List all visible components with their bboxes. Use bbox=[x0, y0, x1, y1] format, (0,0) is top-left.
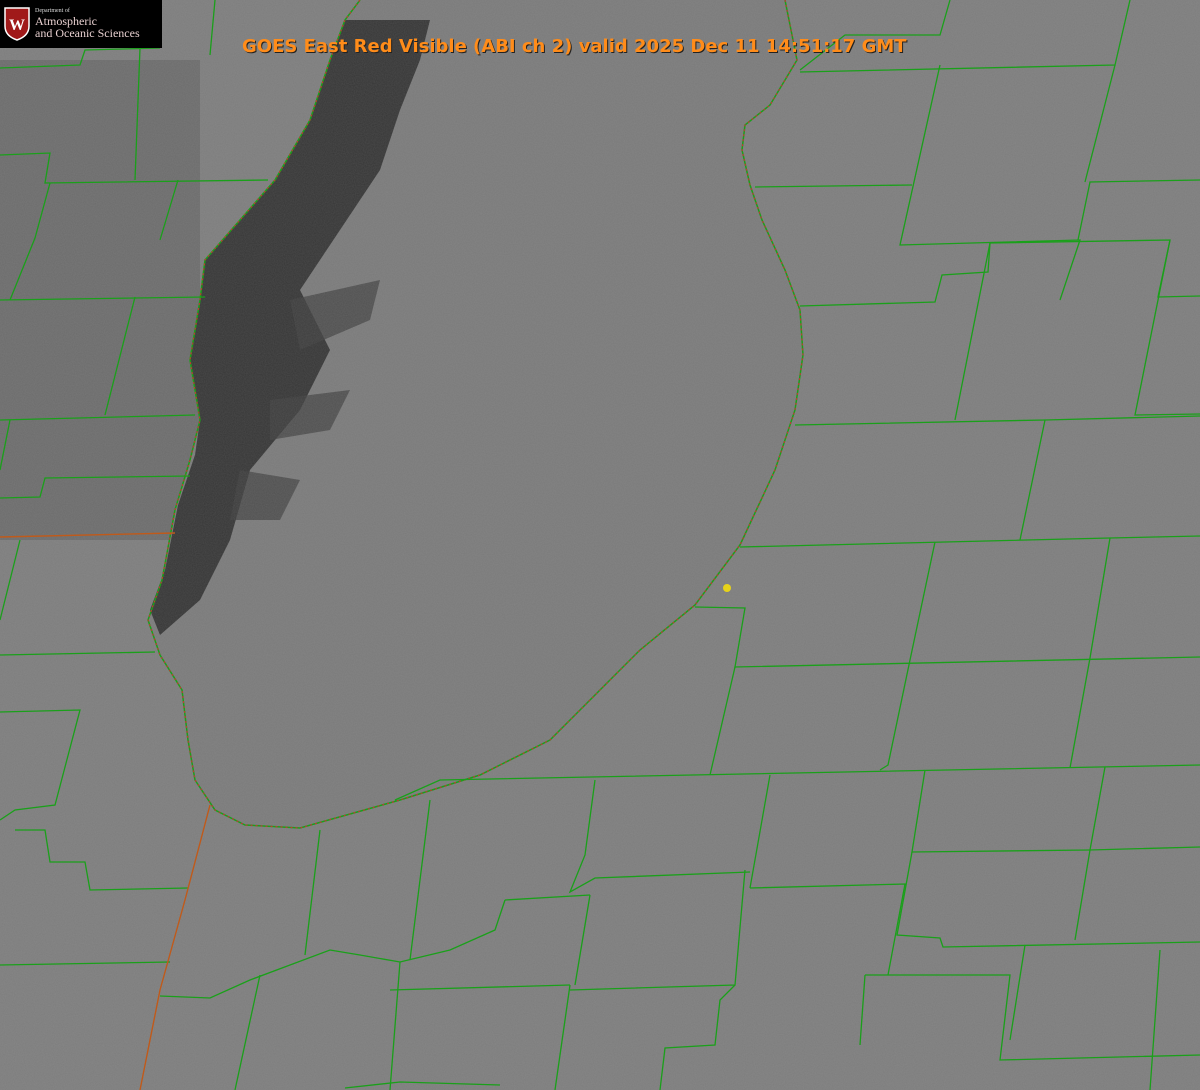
uw-crest-icon: W bbox=[4, 7, 30, 41]
satellite-map bbox=[0, 0, 1200, 1090]
logo-line-2: and Oceanic Sciences bbox=[35, 26, 140, 41]
logo-text: Department of Atmospheric and Oceanic Sc… bbox=[35, 8, 140, 39]
image-title: GOES East Red Visible (ABI ch 2) valid 2… bbox=[242, 36, 907, 57]
uw-aos-logo: W Department of Atmospheric and Oceanic … bbox=[0, 0, 162, 48]
seal-letter: W bbox=[9, 17, 25, 34]
texture-overlay bbox=[0, 0, 1200, 1090]
station-dot-icon bbox=[723, 584, 731, 592]
